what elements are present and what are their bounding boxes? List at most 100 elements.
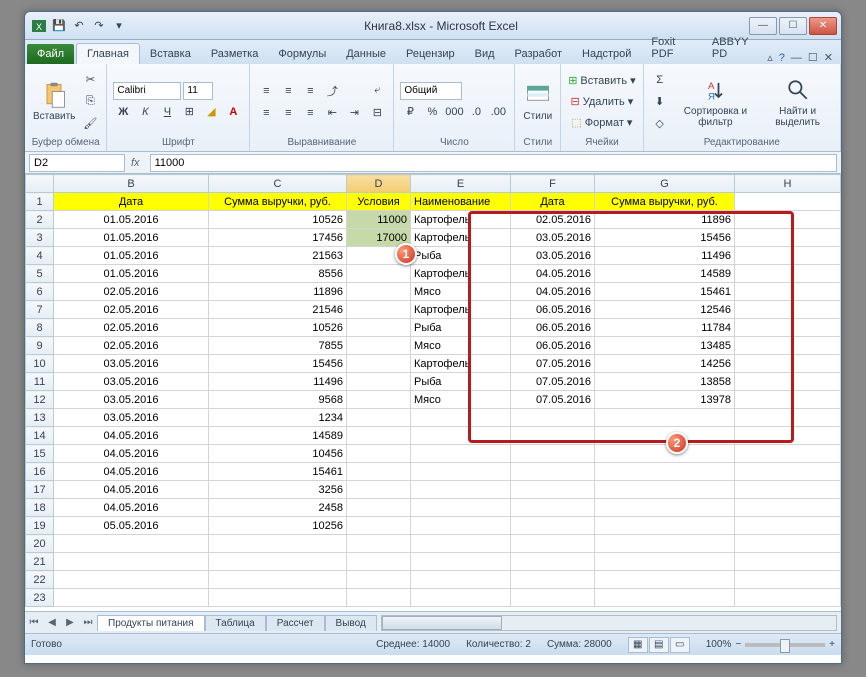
save-icon[interactable]: 💾 <box>51 18 67 34</box>
cell-G15[interactable] <box>595 445 735 463</box>
normal-view-icon[interactable]: ▦ <box>628 637 648 653</box>
sort-filter-button[interactable]: АЯ Сортировка и фильтр <box>673 74 759 130</box>
cell-E19[interactable] <box>411 517 511 535</box>
cell-E1[interactable]: Наименование <box>411 193 511 211</box>
fill-color-button[interactable]: ◢ <box>201 102 221 122</box>
cell-D17[interactable] <box>347 481 411 499</box>
dec-decimal-icon[interactable]: .00 <box>488 102 508 122</box>
cell-F11[interactable]: 07.05.2016 <box>511 373 595 391</box>
close-button[interactable]: ✕ <box>809 17 837 35</box>
cell-B16[interactable]: 04.05.2016 <box>54 463 209 481</box>
fill-icon[interactable]: ⬇ <box>650 92 670 112</box>
copy-icon[interactable]: ⎘ <box>80 92 100 112</box>
cell-C17[interactable]: 3256 <box>209 481 347 499</box>
cell-H3[interactable] <box>735 229 841 247</box>
cell-H18[interactable] <box>735 499 841 517</box>
cell-D4[interactable] <box>347 247 411 265</box>
tab-formulas[interactable]: Формулы <box>268 44 336 64</box>
indent-dec-icon[interactable]: ⇤ <box>322 103 342 123</box>
cell-G13[interactable] <box>595 409 735 427</box>
cell-F19[interactable] <box>511 517 595 535</box>
align-top-icon[interactable]: ≡ <box>256 81 276 101</box>
cell-C2[interactable]: 10526 <box>209 211 347 229</box>
cell-G7[interactable]: 12546 <box>595 301 735 319</box>
cell-G12[interactable]: 13978 <box>595 391 735 409</box>
cell-C6[interactable]: 11896 <box>209 283 347 301</box>
cell-C9[interactable]: 7855 <box>209 337 347 355</box>
tab-nav-next-icon[interactable]: ▶ <box>61 614 79 632</box>
cell-D3[interactable]: 17000 <box>347 229 411 247</box>
cell-E8[interactable]: Рыба <box>411 319 511 337</box>
delete-cells-button[interactable]: ⊟Удалить▾ <box>567 92 636 112</box>
cell-C11[interactable]: 11496 <box>209 373 347 391</box>
currency-icon[interactable]: ₽ <box>400 102 420 122</box>
align-middle-icon[interactable]: ≡ <box>278 81 298 101</box>
cell-D16[interactable] <box>347 463 411 481</box>
col-E[interactable]: E <box>411 175 511 193</box>
insert-cells-button[interactable]: ⊞Вставить▾ <box>567 71 636 91</box>
cell-C19[interactable]: 10256 <box>209 517 347 535</box>
cell-F4[interactable]: 03.05.2016 <box>511 247 595 265</box>
cell-G2[interactable]: 11896 <box>595 211 735 229</box>
tab-nav-prev-icon[interactable]: ◀ <box>43 614 61 632</box>
clear-icon[interactable]: ◇ <box>650 114 670 134</box>
cell-C18[interactable]: 2458 <box>209 499 347 517</box>
cell-F14[interactable] <box>511 427 595 445</box>
cell-B3[interactable]: 01.05.2016 <box>54 229 209 247</box>
cell-D6[interactable] <box>347 283 411 301</box>
inc-decimal-icon[interactable]: .0 <box>466 102 486 122</box>
orientation-icon[interactable]: ⤴ <box>322 81 342 101</box>
row-12[interactable]: 12 <box>26 391 54 409</box>
fx-icon[interactable]: fx <box>125 157 146 169</box>
cell-H2[interactable] <box>735 211 841 229</box>
tab-insert[interactable]: Вставка <box>140 44 201 64</box>
help-icon[interactable]: ? <box>779 52 785 64</box>
cell-D12[interactable] <box>347 391 411 409</box>
row-16[interactable]: 16 <box>26 463 54 481</box>
indent-inc-icon[interactable]: ⇥ <box>344 103 364 123</box>
row-11[interactable]: 11 <box>26 373 54 391</box>
cell-D8[interactable] <box>347 319 411 337</box>
row-15[interactable]: 15 <box>26 445 54 463</box>
row-20[interactable]: 20 <box>26 535 54 553</box>
cell-G5[interactable]: 14589 <box>595 265 735 283</box>
cell-D18[interactable] <box>347 499 411 517</box>
row-4[interactable]: 4 <box>26 247 54 265</box>
cell-H7[interactable] <box>735 301 841 319</box>
row-9[interactable]: 9 <box>26 337 54 355</box>
align-bottom-icon[interactable]: ≡ <box>300 81 320 101</box>
align-center-icon[interactable]: ≡ <box>278 103 298 123</box>
cell-H1[interactable] <box>735 193 841 211</box>
cell-F3[interactable]: 03.05.2016 <box>511 229 595 247</box>
autosum-icon[interactable]: Σ <box>650 70 670 90</box>
row-2[interactable]: 2 <box>26 211 54 229</box>
styles-button[interactable]: Стили <box>521 79 554 124</box>
cell-H17[interactable] <box>735 481 841 499</box>
tab-abbyy[interactable]: ABBYY PD <box>702 32 767 64</box>
row-6[interactable]: 6 <box>26 283 54 301</box>
redo-icon[interactable]: ↷ <box>91 18 107 34</box>
find-select-button[interactable]: Найти и выделить <box>761 74 834 130</box>
cell-E5[interactable]: Картофель <box>411 265 511 283</box>
cell-F10[interactable]: 07.05.2016 <box>511 355 595 373</box>
row-10[interactable]: 10 <box>26 355 54 373</box>
cell-C14[interactable]: 14589 <box>209 427 347 445</box>
cell-E17[interactable] <box>411 481 511 499</box>
tab-dev[interactable]: Разработ <box>505 44 572 64</box>
cell-G16[interactable] <box>595 463 735 481</box>
cell-D13[interactable] <box>347 409 411 427</box>
cell-B18[interactable]: 04.05.2016 <box>54 499 209 517</box>
cell-B9[interactable]: 02.05.2016 <box>54 337 209 355</box>
cell-D11[interactable] <box>347 373 411 391</box>
cell-C15[interactable]: 10456 <box>209 445 347 463</box>
row-7[interactable]: 7 <box>26 301 54 319</box>
tab-home[interactable]: Главная <box>76 43 140 64</box>
qat-dropdown-icon[interactable]: ▾ <box>111 18 127 34</box>
cell-B4[interactable]: 01.05.2016 <box>54 247 209 265</box>
cell-E15[interactable] <box>411 445 511 463</box>
cell-F7[interactable]: 06.05.2016 <box>511 301 595 319</box>
cell-D14[interactable] <box>347 427 411 445</box>
cell-D1[interactable]: Условия <box>347 193 411 211</box>
cell-G17[interactable] <box>595 481 735 499</box>
tab-nav-last-icon[interactable]: ⏭ <box>79 614 97 632</box>
